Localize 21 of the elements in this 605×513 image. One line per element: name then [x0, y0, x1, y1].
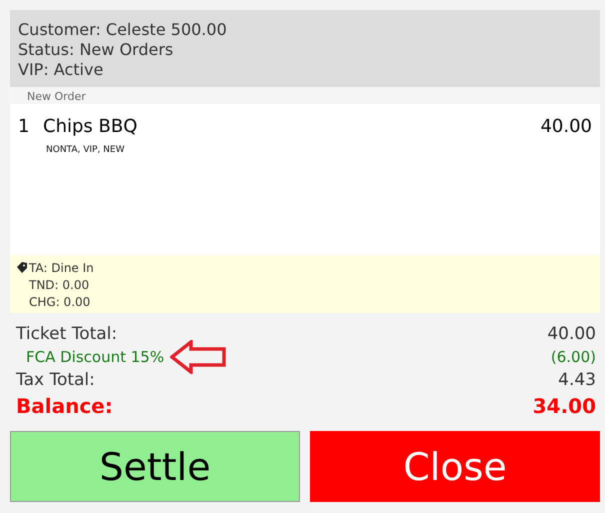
ticket-note: CHG: 0.00: [29, 295, 90, 309]
balance-value: 34.00: [532, 394, 596, 418]
ticket-note: TA: Dine In: [29, 261, 94, 275]
total-label: Tax Total:: [16, 370, 95, 390]
customer-info: Status: New Orders: [18, 40, 174, 59]
customer-info: VIP: Active: [18, 60, 104, 79]
balance-label: Balance:: [16, 394, 113, 418]
close-button[interactable]: Close: [310, 431, 600, 502]
total-label: Ticket Total:: [16, 324, 118, 344]
tag-icon: [16, 262, 28, 274]
discount-label: FCA Discount 15%: [26, 348, 164, 366]
ticket-note: TND: 0.00: [29, 278, 90, 292]
total-value: 4.43: [558, 370, 596, 390]
item-tags: NONTA, VIP, NEW: [18, 145, 125, 155]
item-price: 40.00: [540, 116, 592, 137]
settle-button[interactable]: Settle: [10, 431, 300, 502]
customer-info: Customer: Celeste 500.00: [18, 20, 228, 39]
item-name: Chips BBQ: [43, 116, 138, 137]
quantity: 1: [18, 116, 30, 137]
discount-value: (6.00): [550, 348, 596, 366]
total-value: 40.00: [547, 324, 596, 344]
